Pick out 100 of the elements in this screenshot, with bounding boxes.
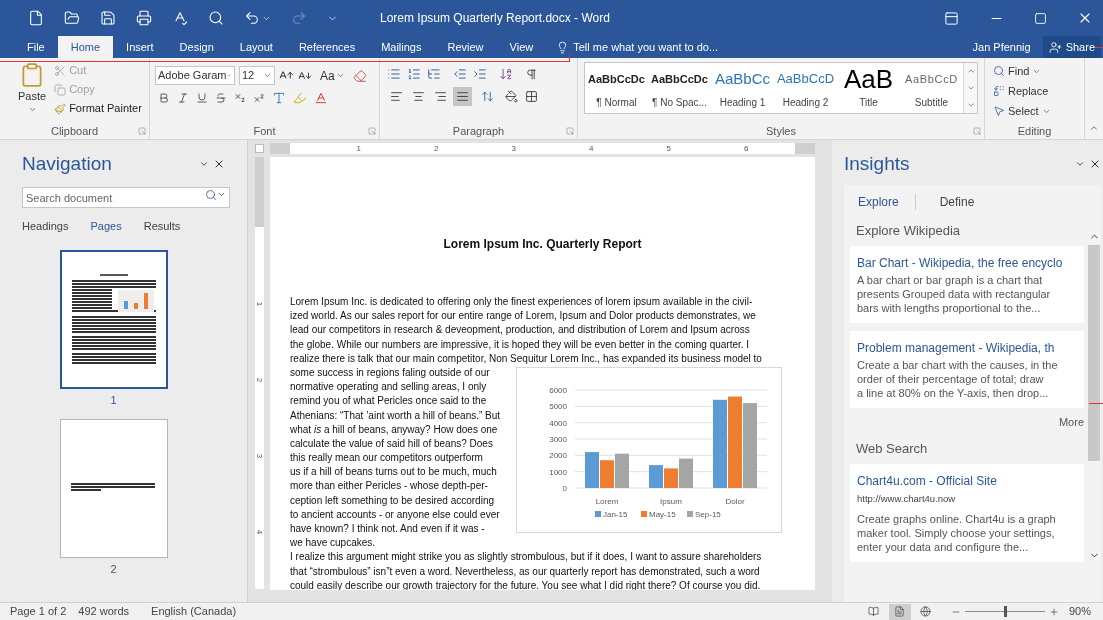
ribbon-tab[interactable]: Review — [434, 36, 497, 58]
underline-icon[interactable] — [196, 92, 208, 104]
decrease-indent-icon[interactable] — [453, 67, 467, 81]
scroll-down-icon[interactable] — [966, 84, 975, 92]
ribbon-tab[interactable]: Home — [57, 36, 114, 58]
maximize-icon[interactable] — [1034, 11, 1047, 25]
borders-icon[interactable] — [525, 90, 538, 103]
multilevel-list-icon[interactable] — [427, 67, 441, 81]
style-option[interactable]: AaBbCcD Heading 2 — [774, 63, 837, 113]
zoom-in-icon[interactable] — [1048, 606, 1059, 617]
strikethrough-icon[interactable] — [215, 92, 227, 104]
share-button[interactable]: Share — [1042, 36, 1101, 58]
word-count[interactable]: 492 words — [78, 603, 130, 620]
subscript-icon[interactable] — [234, 92, 246, 104]
pilcrow-icon[interactable] — [525, 67, 538, 81]
result-snippet: Create a bar chart with the causes, in the — [857, 358, 1059, 372]
caret-icon[interactable] — [335, 71, 345, 80]
style-option[interactable]: AaBbCcDc ¶ No Spac... — [648, 63, 711, 113]
legend-label: Jan-15 — [603, 509, 628, 519]
page-count[interactable]: Page 1 of 2 — [10, 603, 67, 620]
page-thumbnail[interactable] — [59, 250, 168, 389]
result-link[interactable]: Bar Chart - Wikipedia, the free encyclo — [857, 254, 1077, 272]
result-url: http://www.chart4u.now — [857, 492, 957, 506]
tell-me-field[interactable]: Tell me what you want to do... — [573, 38, 774, 56]
text-line: I realize this argument might strike you as slightly strombulous, but if it does, I want to assure shareholders — [290, 550, 763, 565]
text-effects-icon[interactable] — [272, 91, 286, 105]
bullets-icon[interactable] — [387, 67, 401, 81]
pointer-icon[interactable] — [993, 105, 1005, 117]
result-card[interactable]: Problem management - Wikipedia, th Create a bar chart with the causes, in the order of their percentage of total; draw a line at 80% on the Y-axis, then drop... — [850, 331, 1084, 408]
change-case-button[interactable]: Aa — [320, 66, 345, 85]
nav-tab[interactable]: Pages — [90, 217, 122, 234]
read-mode-icon[interactable] — [868, 606, 880, 617]
chart-bar — [585, 452, 599, 488]
increase-indent-icon[interactable] — [473, 67, 487, 81]
ribbon-display-icon[interactable] — [944, 10, 959, 26]
style-option[interactable]: AaB Title — [837, 63, 900, 113]
zoom-level[interactable]: 90% — [1068, 603, 1091, 620]
style-option[interactable]: AaBbCc Heading 1 — [711, 63, 774, 113]
folder-icon[interactable] — [64, 10, 80, 26]
shading-icon[interactable] — [505, 90, 518, 103]
nav-tab[interactable]: Results — [143, 217, 181, 234]
category-label: Lorem — [595, 496, 619, 506]
collapse-ribbon-icon[interactable] — [1089, 123, 1099, 133]
ribbon-tab[interactable]: File — [14, 36, 58, 58]
ruler-number: 4 — [589, 142, 594, 155]
superscript-icon[interactable] — [253, 92, 265, 104]
font-color-icon[interactable] — [314, 91, 328, 105]
style-option[interactable]: AaBbCcD Subtitle — [900, 63, 963, 113]
search-field[interactable]: Search document — [22, 187, 230, 208]
caret-icon[interactable] — [263, 71, 272, 80]
view-button[interactable] — [888, 603, 911, 620]
style-option[interactable]: AaBbCcDc ¶ Normal — [585, 63, 648, 113]
caret-icon[interactable] — [217, 190, 226, 199]
sort-icon[interactable] — [499, 67, 513, 81]
page-thumbnail[interactable] — [59, 418, 168, 558]
spelling-icon[interactable] — [172, 10, 188, 26]
insights-tab[interactable]: Define — [931, 192, 975, 211]
editing-button[interactable]: Select — [993, 102, 1084, 120]
ribbon-tab[interactable]: References — [285, 36, 369, 58]
result-link[interactable]: Chart4u.com - Official Site — [857, 472, 1077, 490]
web-layout-icon[interactable] — [920, 606, 932, 617]
result-card[interactable]: Bar Chart - Wikipedia, the free encyclo A bar chart or bar graph is a chart that presents Grouped data with rectangular bars with lengths proportional to the... — [850, 246, 1084, 323]
paste-button[interactable]: Paste — [18, 62, 47, 123]
undo-icon[interactable] — [244, 10, 260, 26]
search-icon[interactable] — [205, 188, 217, 201]
user-name[interactable]: Jan Pfennig — [972, 36, 1031, 58]
person-add-icon[interactable] — [1048, 40, 1062, 54]
save-icon[interactable] — [100, 10, 116, 26]
replace-icon[interactable] — [993, 85, 1005, 97]
italic-icon[interactable] — [177, 92, 189, 104]
text-line: could easily describe our growth trajectory for the future. You see what I did right there? Of course you did. — [290, 578, 762, 590]
font-name-field[interactable]: Adobe Garam — [155, 66, 235, 85]
result-snippet: a line at 80% on the Y-axis, then drop... — [857, 386, 1050, 400]
ribbon-tab[interactable]: Mailings — [368, 36, 435, 58]
printer-icon[interactable] — [136, 10, 152, 26]
editing-button[interactable]: Find — [993, 62, 1084, 80]
ribbon-tab[interactable]: Design — [166, 36, 227, 58]
ribbon-tab[interactable]: Layout — [226, 36, 286, 58]
print-layout-icon[interactable] — [894, 606, 906, 617]
font-size-field[interactable]: 12 — [239, 66, 275, 85]
eraser-icon[interactable] — [352, 68, 367, 83]
search-icon[interactable] — [993, 65, 1005, 77]
numbering-icon[interactable] — [407, 67, 421, 81]
more-link[interactable]: More — [1058, 414, 1084, 431]
search-icon[interactable] — [208, 10, 224, 26]
editing-button[interactable]: Replace — [993, 82, 1084, 100]
paintbrush-icon[interactable] — [54, 102, 67, 115]
new-document-icon[interactable] — [28, 10, 44, 26]
nav-tab[interactable]: Headings — [22, 217, 69, 234]
gallery-scrollbar[interactable] — [963, 63, 977, 113]
language[interactable]: English (Canada) — [151, 603, 237, 620]
ribbon-tab[interactable]: View — [496, 36, 547, 58]
bold-icon[interactable] — [158, 92, 170, 104]
insights-tab[interactable]: Explore — [850, 192, 899, 211]
clipboard-button[interactable]: Format Painter — [54, 100, 142, 117]
ribbon-tab[interactable]: Insert — [113, 36, 167, 58]
zoom-slider-thumb[interactable] — [1003, 606, 1007, 617]
result-link[interactable]: Problem management - Wikipedia, th — [857, 339, 1077, 357]
result-card[interactable]: Chart4u.com - Official Site http://www.chart4u.now Create graphs online. Chart4u is a graph maker tool. Simply choose your settings, enter your data and configure the... — [850, 464, 1084, 563]
line-spacing-icon[interactable] — [481, 90, 494, 103]
